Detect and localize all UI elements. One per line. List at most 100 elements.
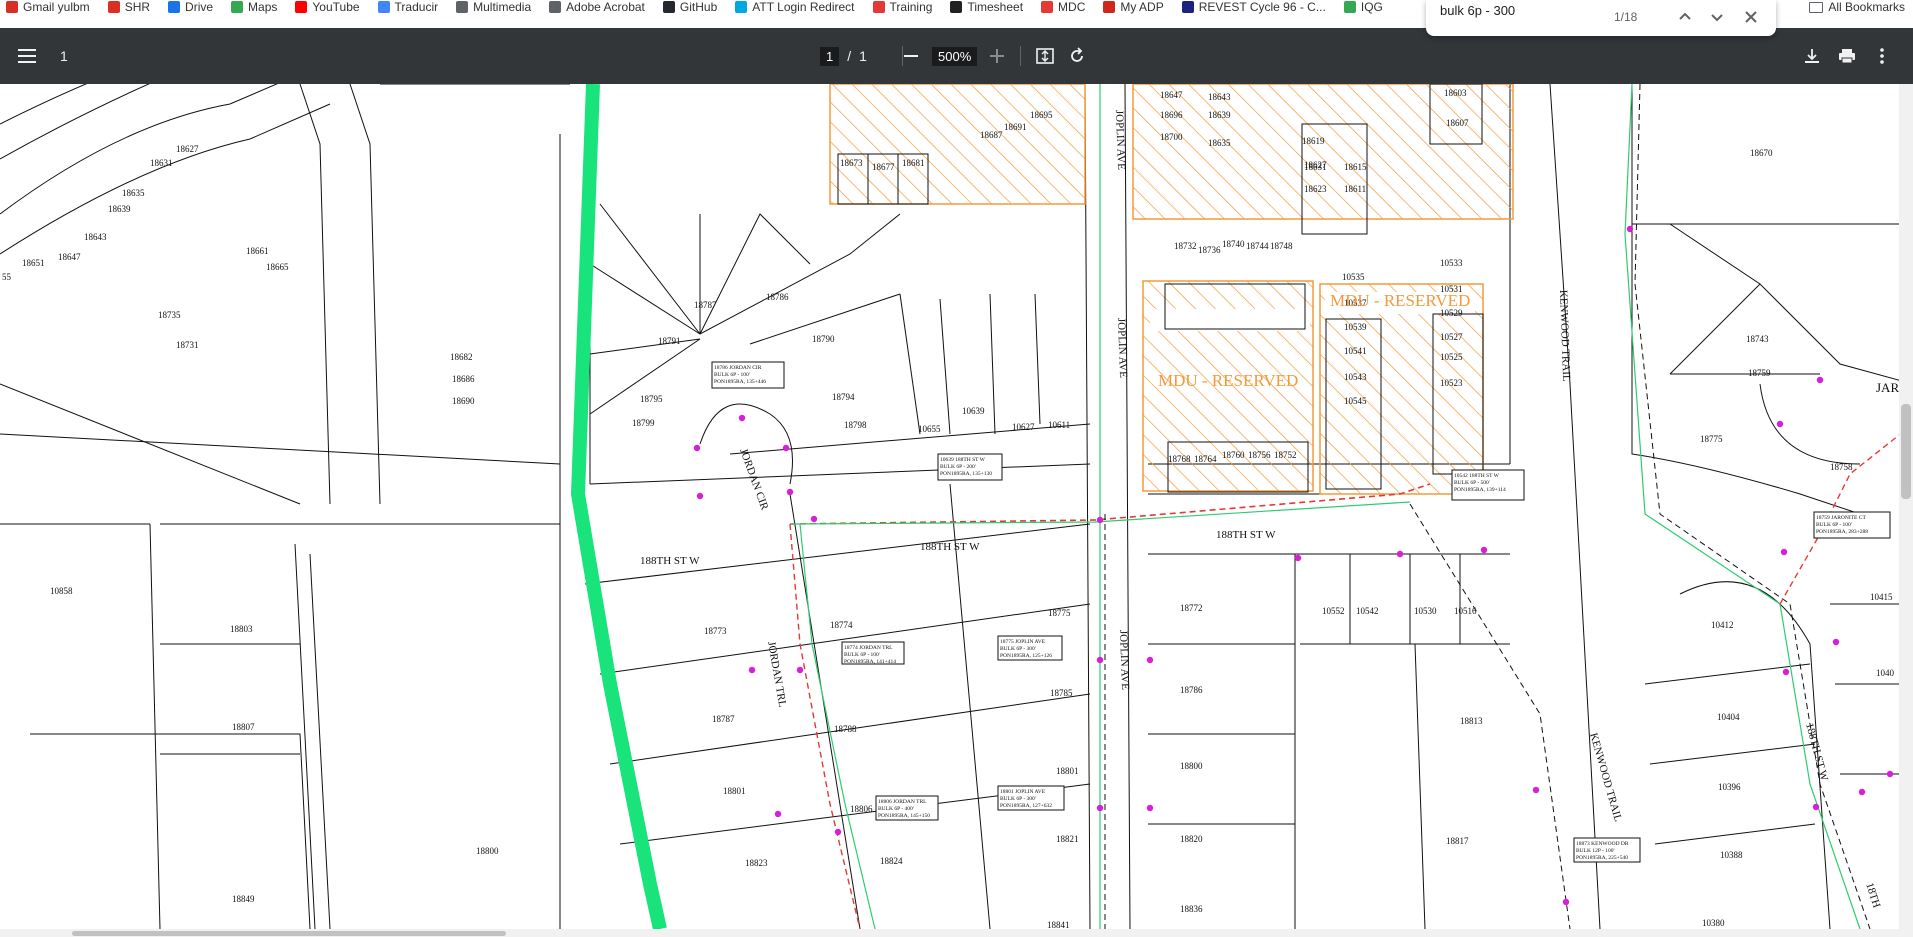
lot-number: 18799	[632, 418, 655, 428]
lot-number: 18795	[640, 394, 663, 404]
find-next-button[interactable]	[1708, 8, 1726, 26]
lot-number: 10655	[918, 424, 941, 434]
hamburger-menu-icon	[18, 49, 36, 63]
lot-number: 18807	[232, 722, 255, 732]
lot-number: 18615	[1344, 162, 1367, 172]
print-button[interactable]	[1838, 28, 1856, 84]
plus-icon	[990, 49, 1004, 63]
hatched-zone	[1132, 84, 1514, 220]
lot-number: 10639	[962, 406, 985, 416]
gmail-icon	[107, 1, 120, 13]
lot-number: 18736	[1198, 245, 1221, 255]
gmail-icon	[6, 1, 18, 13]
mdu-reserved-label: MDU - RESERVED	[1158, 371, 1298, 390]
zoom-level[interactable]: 500%	[932, 28, 978, 84]
chevron-down-icon	[1711, 14, 1723, 22]
bookmark-item[interactable]: REVEST Cycle 96 - C...	[1181, 0, 1326, 14]
lot-number: 18760	[1222, 450, 1245, 460]
lot-number: 18611	[1344, 184, 1366, 194]
bookmark-item[interactable]: GitHub	[662, 0, 717, 14]
lot-number: 18800	[1180, 761, 1203, 771]
bookmark-item[interactable]: Multimedia	[456, 0, 531, 14]
callout-line: BULK 6P - 100'	[714, 372, 750, 378]
zoom-out-button[interactable]	[904, 28, 918, 84]
fit-page-button[interactable]	[1036, 28, 1054, 84]
lot-number: 18647	[1160, 90, 1183, 100]
divider	[1020, 46, 1021, 66]
iqg-icon	[1343, 1, 1356, 13]
lot-number: 18631	[150, 158, 173, 168]
callout-box: 18806 JORDAN TRLBULK 6P - 400'PON1895RA,…	[875, 795, 939, 821]
fit-page-icon	[1036, 48, 1054, 64]
find-previous-button[interactable]	[1676, 8, 1694, 26]
bookmark-item[interactable]: Gmail yulbm	[6, 0, 90, 14]
mdu-label-bg	[1150, 309, 1310, 331]
bookmark-item[interactable]: Training	[872, 0, 932, 14]
lot-number: 18687	[980, 130, 1003, 140]
find-close-button[interactable]	[1742, 8, 1760, 26]
splice-marker	[1146, 804, 1154, 812]
bookmark-item[interactable]: Traducir	[377, 0, 438, 14]
lot-number: 18791	[658, 336, 681, 346]
bookmark-item[interactable]: Timesheet	[950, 0, 1023, 14]
horizontal-scroll-thumb[interactable]	[72, 931, 506, 936]
lot-number: 18788	[834, 724, 857, 734]
find-bar: bulk 6p - 300 1/18	[1426, 0, 1776, 36]
road-label: JORDAN CIR	[737, 447, 771, 512]
callout-line: PON1895RA, 127+632	[1000, 803, 1052, 809]
bookmark-item[interactable]: YouTube	[295, 0, 360, 14]
road-label: 188TH ST W	[920, 541, 980, 553]
lot-number: 10523	[1440, 378, 1463, 388]
bookmark-item[interactable]: SHR	[107, 0, 151, 14]
bookmark-item[interactable]: Adobe Acrobat	[549, 0, 645, 14]
splice-marker	[693, 444, 701, 452]
bookmark-item[interactable]: IQG	[1343, 0, 1383, 14]
bookmark-item[interactable]: MDC	[1041, 0, 1085, 14]
road-label: 188TH ST W	[1216, 529, 1276, 541]
github-icon	[662, 1, 675, 13]
find-input[interactable]: bulk 6p - 300	[1440, 3, 1630, 18]
vertical-scrollbar[interactable]	[1899, 84, 1913, 929]
callout-line: 18786 JORDAN CIR	[714, 365, 762, 371]
splice-marker	[782, 444, 790, 452]
lot-number: 18682	[450, 352, 473, 362]
minus-icon	[904, 55, 918, 57]
horizontal-scrollbar[interactable]	[0, 929, 1913, 937]
bookmark-item[interactable]: My ADP	[1103, 0, 1164, 14]
callout-box: 18801 JOPLIN AVEBULK 6P - 300'PON1895RA,…	[997, 785, 1065, 811]
lot-number: 18801	[723, 786, 746, 796]
lot-number: 18744	[1246, 241, 1269, 251]
more-options-button[interactable]	[1880, 28, 1884, 84]
bookmark-item[interactable]: Drive	[168, 0, 213, 14]
all-bookmarks-button[interactable]: All Bookmarks	[1809, 0, 1905, 14]
callout-line: BULK 6P - 400'	[878, 806, 914, 812]
download-button[interactable]	[1804, 28, 1820, 84]
splice-marker	[1396, 550, 1404, 558]
lot-number: 18686	[452, 374, 475, 384]
callout-line: PON1895RA, 141+414	[844, 659, 896, 665]
page-number-input[interactable]: 1	[820, 46, 840, 66]
lot-number: 18673	[840, 158, 863, 168]
rotate-button[interactable]	[1068, 28, 1086, 84]
lot-number: 10541	[1344, 346, 1367, 356]
callout-line: 10639 188TH ST W	[940, 457, 986, 463]
vertical-scroll-thumb[interactable]	[1901, 404, 1911, 499]
splice-marker	[1886, 770, 1894, 778]
zoom-in-button[interactable]	[990, 28, 1004, 84]
menu-button[interactable]	[18, 28, 36, 84]
lot-number: 18627	[1304, 160, 1327, 170]
lot-number: 18696	[1160, 110, 1183, 120]
callout-line: PON1895RA, 135+446	[714, 379, 766, 385]
zoom-input[interactable]: 500%	[932, 46, 978, 66]
lot-number: 18768	[1168, 454, 1191, 464]
callout-line: 18801 JOPLIN AVE	[1000, 789, 1046, 795]
splice-marker	[786, 488, 794, 496]
youtube-icon	[295, 1, 308, 13]
splice-marker	[1096, 516, 1104, 524]
bookmark-label: SHR	[124, 0, 151, 14]
pdf-page-canvas[interactable]: 18627 18631 18635 18639 18643 18647 18651 55 186…	[0, 84, 1913, 929]
lot-number: 10858	[50, 586, 73, 596]
bookmark-item[interactable]: Maps	[231, 0, 277, 14]
bookmark-item[interactable]: ATT Login Redirect	[735, 0, 855, 14]
lot-number: 18752	[1274, 450, 1297, 460]
